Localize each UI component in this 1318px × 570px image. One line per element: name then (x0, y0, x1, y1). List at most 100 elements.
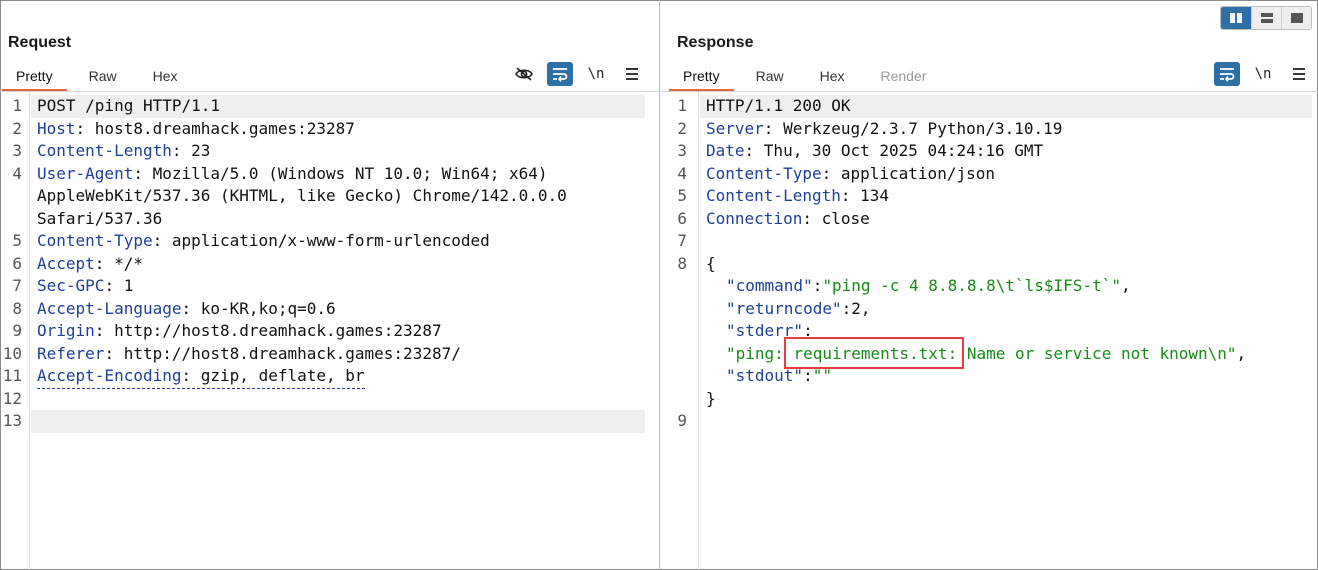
code-line: 5 Content-Type: application/x-www-form-u… (0, 230, 659, 253)
header-key: Server (706, 118, 764, 138)
header-value-continued: Safari/537.36 (37, 208, 163, 228)
code-line: 8 Accept-Language: ko-KR,ko;q=0.6 (0, 298, 659, 321)
header-key: Date (706, 141, 745, 160)
json-line: "stdout":"" (661, 365, 1318, 388)
request-tab-raw[interactable]: Raw (75, 64, 131, 91)
request-line-text: Referer: http://host8.dreamhack.games:23… (37, 343, 461, 366)
json-line: "returncode":2, (661, 298, 1318, 321)
line-number: 11 (2, 366, 22, 385)
response-editor[interactable]: 1 HTTP/1.1 200 OK 2 Server: Werkzeug/2.3… (661, 92, 1318, 570)
code-line: 6 Connection: close (661, 208, 1318, 231)
code-line: 4 Content-Type: application/json (661, 163, 1318, 186)
line-number: 1 (677, 96, 687, 115)
header-separator: : (94, 253, 115, 273)
line-number: 9 (12, 321, 22, 340)
request-tab-hex[interactable]: Hex (139, 64, 192, 91)
word-wrap-button[interactable] (547, 62, 573, 86)
header-value: 134 (860, 186, 890, 205)
header-separator: : (133, 163, 153, 183)
header-value: Thu, 30 Oct 2025 04:24:16 GMT (763, 141, 1044, 160)
header-key: User-Agent (37, 163, 134, 183)
code-line: 10 Referer: http://host8.dreamhack.games… (0, 343, 659, 366)
header-key: Host (37, 118, 76, 138)
header-key: Content-Type (706, 163, 822, 183)
code-line: 9 Origin: http://host8.dreamhack.games:2… (0, 320, 659, 343)
request-line-text: Sec-GPC: 1 (37, 275, 133, 298)
show-newlines-button[interactable]: \n (583, 62, 609, 86)
header-value: Werkzeug/2.3.7 Python/3.10.19 (783, 118, 1063, 138)
response-tab-hex[interactable]: Hex (806, 64, 859, 91)
status-line: HTTP/1.1 200 OK (706, 96, 851, 115)
line-number: 4 (12, 163, 22, 183)
request-line-text: Accept: */* (37, 253, 143, 276)
code-line: 1 POST /ping HTTP/1.1 (12, 95, 645, 118)
code-line: 2 Host: host8.dreamhack.games:23287 (0, 118, 659, 141)
request-tab-pretty[interactable]: Pretty (2, 64, 67, 91)
response-toolbar: \n (1204, 62, 1312, 86)
header-key: Origin (37, 321, 95, 340)
response-line-text: Server: Werkzeug/2.3.7 Python/3.10.19 (706, 118, 1062, 141)
request-editor[interactable]: 1 POST /ping HTTP/1.1 2 Host: host8.drea… (0, 92, 659, 570)
request-menu-button[interactable] (619, 62, 645, 86)
response-tab-pretty[interactable]: Pretty (669, 64, 734, 91)
header-value-continued: AppleWebKit/537.36 (KHTML, like Gecko) C… (37, 186, 567, 205)
request-toolbar: \n (501, 62, 645, 86)
cursor-line-highlight (31, 410, 645, 433)
highlight-annotation-box (784, 337, 964, 369)
response-show-newlines-button[interactable]: \n (1250, 62, 1276, 86)
menu-icon (1293, 68, 1305, 80)
response-word-wrap-button[interactable] (1214, 62, 1240, 86)
header-separator: : (821, 163, 841, 183)
json-line: "command":"ping -c 4 8.8.8.8\t`ls$IFS-t`… (661, 275, 1318, 298)
line-number: 5 (12, 231, 22, 250)
header-key: Accept-Language (37, 298, 182, 318)
line-number: 10 (2, 343, 22, 363)
json-line: } (661, 388, 1318, 411)
line-number: 3 (12, 141, 22, 160)
request-line-text: POST /ping HTTP/1.1 (37, 96, 221, 115)
line-number: 6 (12, 253, 22, 273)
request-line-text: Origin: http://host8.dreamhack.games:232… (37, 320, 442, 343)
request-tabs: Pretty Raw Hex (2, 64, 200, 92)
response-tab-render[interactable]: Render (867, 64, 941, 91)
line-number: 3 (677, 141, 687, 160)
json-key: "command" (726, 276, 813, 295)
header-separator: : (181, 366, 201, 385)
header-separator: : (840, 186, 861, 205)
json-string: : Name or service not known\n" (947, 343, 1237, 363)
code-line: 6 Accept: */* (0, 253, 659, 276)
request-line-text: Content-Length: 23 (37, 140, 210, 163)
code-line-wrapped: AppleWebKit/537.36 (KHTML, like Gecko) C… (0, 185, 659, 208)
response-tab-raw[interactable]: Raw (742, 64, 798, 91)
request-line-text: Host: host8.dreamhack.games:23287 (37, 118, 355, 141)
code-line: 11 Accept-Encoding: gzip, deflate, br (0, 365, 659, 389)
line-number: 4 (677, 163, 687, 183)
response-line-text: Date: Thu, 30 Oct 2025 04:24:16 GMT (706, 140, 1043, 163)
json-number: 2 (851, 298, 861, 318)
header-key: Content-Type (37, 231, 153, 250)
hide-nonprintable-button[interactable] (511, 62, 537, 86)
code-line: 3 Date: Thu, 30 Oct 2025 04:24:16 GMT (661, 140, 1318, 163)
line-number: 7 (677, 231, 687, 250)
header-value: 1 (123, 276, 134, 295)
code-line-wrapped: Safari/537.36 (0, 208, 659, 231)
line-number: 8 (12, 298, 22, 318)
wrap-icon (553, 68, 568, 82)
json-command-entry: "command":"ping -c 4 8.8.8.8\t`ls$IFS-t`… (726, 276, 1131, 295)
code-line: 9 (661, 410, 1318, 433)
json-line: "stderr": (661, 320, 1318, 343)
header-key: Content-Length (706, 186, 841, 205)
line-number: 9 (677, 411, 687, 430)
code-line: 12 (0, 388, 659, 411)
code-line: 5 Content-Length: 134 (661, 185, 1318, 208)
request-pane: Request Pretty Raw Hex \n 1 POST /ping H… (0, 0, 660, 570)
response-menu-button[interactable] (1286, 62, 1312, 86)
header-key: Referer (37, 343, 105, 363)
code-line: 7 (661, 230, 1318, 253)
code-line-body: 13 (0, 410, 659, 433)
code-line: 2 Server: Werkzeug/2.3.7 Python/3.10.19 (661, 118, 1318, 141)
wrap-icon (1220, 68, 1235, 82)
line-number: 12 (2, 388, 22, 408)
line-number: 1 (12, 96, 22, 115)
response-tabs: Pretty Raw Hex Render (669, 64, 948, 92)
